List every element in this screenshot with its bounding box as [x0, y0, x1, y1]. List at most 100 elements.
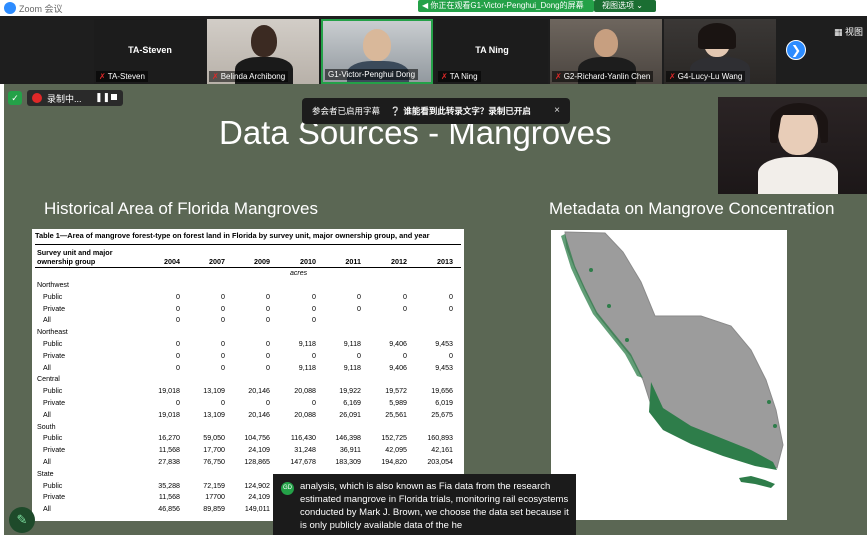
section-label: Northeast [37, 328, 68, 337]
table-cell: 0 [312, 351, 316, 360]
view-options-button[interactable]: 视图选项 ⌄ [594, 0, 656, 12]
next-page-arrow-icon[interactable]: ❯ [786, 40, 806, 60]
table-rule [35, 244, 461, 245]
table-cell: 0 [266, 363, 270, 372]
mangrove-patch [607, 304, 611, 308]
muted-mic-icon: ✗ [99, 72, 106, 81]
table-cell: 0 [449, 292, 453, 301]
table-cell: 17,700 [203, 446, 225, 455]
section-label: Northwest [37, 281, 69, 289]
participant-label: ✗ Belinda Archibong [209, 71, 289, 82]
table-cell: 24,109 [248, 493, 270, 502]
year-header: 2011 [345, 257, 361, 266]
table-cell: 0 [403, 304, 407, 313]
table-cell: 0 [176, 316, 180, 325]
row-label: Private [43, 399, 66, 407]
screen-share-banner[interactable]: ◀ 你正在观看G1-Victor-Penghui_Dong的屏幕 [418, 0, 594, 12]
table-cell: 13,109 [203, 410, 225, 419]
table-section-row: Northeast [32, 328, 464, 339]
table-cell: 0 [312, 399, 316, 407]
table-cell: 0 [403, 351, 407, 360]
table-cell: 0 [266, 340, 270, 348]
participant-name-large: TA Ning [475, 45, 509, 55]
table-cell: 25,561 [385, 410, 407, 419]
captions-notice-link[interactable]: 谁能看到此转录文字？录制已开启 [403, 106, 531, 116]
pause-recording-icon[interactable]: ❚❚ [95, 92, 110, 103]
window-title: Zoom 会议 [19, 4, 63, 14]
year-header: 2004 [164, 257, 180, 266]
table-cell: 19,922 [339, 387, 361, 396]
participant-tile-video-active[interactable]: G1-Victor-Penghui Dong [321, 19, 433, 84]
year-header: 2012 [391, 257, 407, 266]
row-label: All [43, 505, 51, 514]
table-cell: 0 [312, 304, 316, 313]
participant-tile-video[interactable]: ✗ Belinda Archibong [207, 19, 319, 84]
participant-tile[interactable]: TA Ning ✗ TA Ning [436, 19, 548, 84]
live-caption-box[interactable]: GD analysis, which is also known as Fia … [273, 474, 576, 535]
table-cell: 152,725 [381, 434, 407, 443]
table-cell: 26,091 [339, 410, 361, 419]
participant-tile-video[interactable]: ✗ G2-Richard-Yanlin Chen [550, 19, 662, 84]
table-cell: 9,118 [298, 363, 316, 372]
table-cell: 24,109 [248, 446, 270, 455]
table-row: Public 16,270 59,050 104,756 116,430 146,398 1… [32, 434, 464, 445]
table-caption: Table 1—Area of mangrove forest-type on … [35, 231, 430, 240]
table-cell: 9,406 [389, 340, 407, 348]
security-shield-icon[interactable]: ✓ [8, 91, 22, 105]
table-cell: 0 [221, 316, 225, 325]
stop-recording-icon[interactable] [111, 94, 117, 100]
mangrove-patch [773, 424, 777, 428]
participant-label: ✗ TA-Steven [96, 71, 148, 82]
row-label: Public [43, 387, 63, 396]
table-cell: 11,568 [158, 493, 180, 502]
table-cell: 194,820 [381, 458, 407, 466]
mangrove-patch [589, 268, 593, 272]
table-cell: 104,756 [244, 434, 270, 443]
close-icon[interactable]: × [554, 98, 560, 124]
florida-map-svg [561, 231, 784, 488]
recording-indicator[interactable]: 录制中... ❚❚ [27, 90, 123, 106]
muted-mic-icon: ✗ [212, 72, 219, 81]
table-cell: 160,893 [427, 434, 453, 443]
year-header: 2013 [437, 257, 453, 266]
table-cell: 19,018 [158, 387, 180, 396]
view-button[interactable]: ▦ 视图 [834, 25, 863, 38]
participant-label: ✗ G4-Lucy-Lu Wang [666, 71, 746, 82]
table-cell: 13,109 [203, 387, 225, 396]
table-cell: 19,018 [158, 410, 180, 419]
table-row: All 0 0 0 9,118 9,118 9,406 9,453 [32, 364, 464, 375]
table-cell: 124,902 [244, 481, 270, 490]
table-cell: 0 [176, 351, 180, 360]
table-cell: 128,865 [244, 458, 270, 466]
table-cell: 5,989 [389, 399, 407, 407]
table-cell: 42,095 [385, 446, 407, 455]
participant-tile[interactable]: TA-Steven ✗ TA-Steven [94, 19, 206, 84]
row-label: Public [43, 292, 63, 301]
table-cell: 11,568 [158, 446, 180, 455]
table-cell: 20,088 [294, 387, 316, 396]
table-cell: 72,159 [203, 481, 225, 490]
table-cell: 6,169 [343, 399, 361, 407]
table-cell: 20,088 [294, 410, 316, 419]
table-row: Private 0 0 0 0 0 0 0 [32, 352, 464, 363]
table-row: Public 0 0 0 0 0 0 0 [32, 293, 464, 304]
table-cell: 0 [176, 340, 180, 348]
table-cell: 0 [221, 351, 225, 360]
self-camera-view[interactable] [718, 97, 867, 194]
table-cell: 46,856 [158, 505, 180, 514]
participant-name-large: TA-Steven [128, 45, 172, 55]
table-row: All 0 0 0 0 [32, 316, 464, 327]
table-section-row: Central [32, 375, 464, 386]
table-cell: 19,572 [385, 387, 407, 396]
table-cell: 16,270 [158, 434, 180, 443]
table-cell: 0 [221, 292, 225, 301]
table-cell: 0 [266, 316, 270, 325]
captions-question-icon: ❔ [390, 106, 401, 116]
recording-status: 录制中... [47, 94, 82, 104]
table-cell: 0 [221, 399, 225, 407]
table-cell: 0 [266, 292, 270, 301]
table-header-label: Survey unit and major ownership group [37, 248, 113, 266]
annotate-pencil-icon[interactable]: ✎ [9, 507, 35, 533]
participant-tile-video[interactable]: ✗ G4-Lucy-Lu Wang [664, 19, 776, 84]
table-cell: 146,398 [335, 434, 361, 443]
